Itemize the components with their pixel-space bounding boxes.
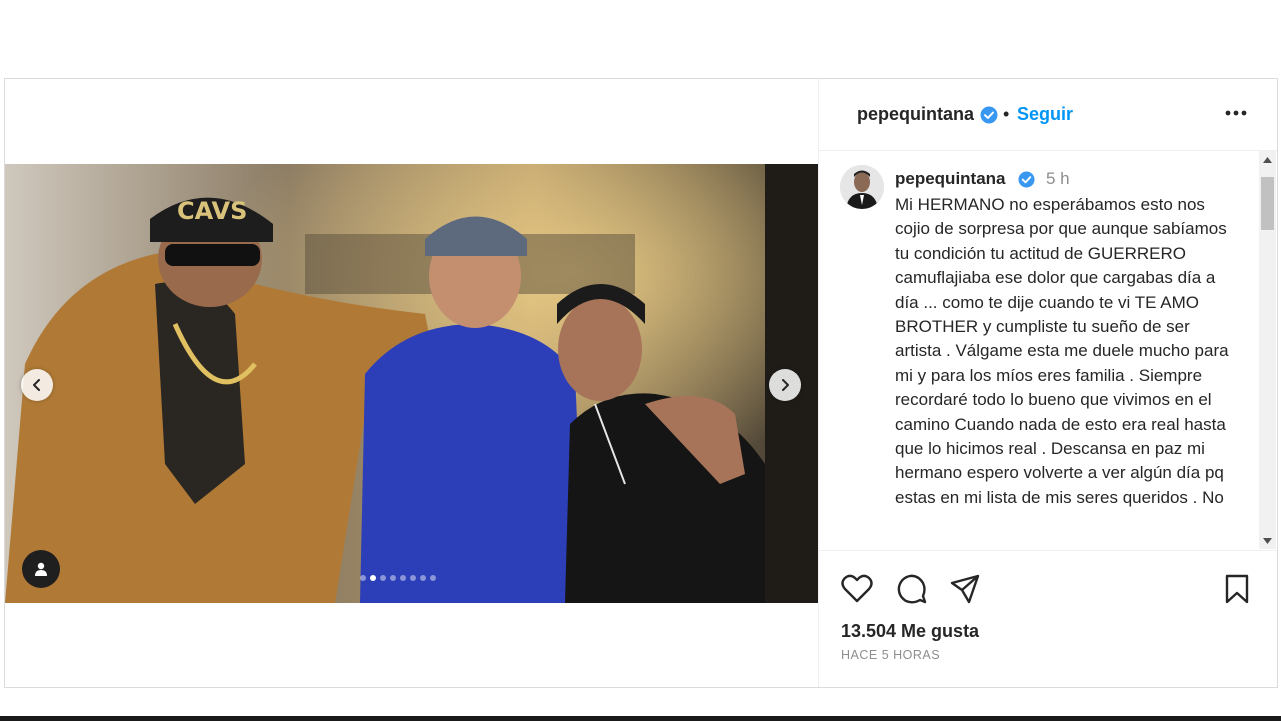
post-media: CAVS bbox=[5, 79, 818, 687]
comment-icon bbox=[897, 574, 927, 604]
screen-bottom-border bbox=[0, 716, 1281, 721]
caption-timestamp[interactable]: 5 h bbox=[1046, 169, 1070, 189]
scroll-down-icon bbox=[1263, 537, 1272, 544]
photo-image: CAVS bbox=[5, 164, 818, 603]
more-options-button[interactable] bbox=[1222, 103, 1250, 123]
author-username[interactable]: pepequintana bbox=[857, 104, 974, 125]
post-header: pepequintana • Seguir bbox=[819, 79, 1277, 151]
carousel-dot bbox=[400, 575, 406, 581]
post-actions: 13.504 Me gusta HACE 5 HORAS bbox=[819, 551, 1277, 687]
previous-photo-button[interactable] bbox=[21, 369, 53, 401]
carousel-indicator bbox=[360, 575, 436, 581]
carousel-dot bbox=[380, 575, 386, 581]
svg-text:CAVS: CAVS bbox=[177, 197, 247, 225]
caption-text: Mi HERMANO no esperábamos esto nos cojio… bbox=[895, 195, 1229, 507]
caption-username[interactable]: pepequintana bbox=[895, 169, 1006, 189]
avatar[interactable] bbox=[840, 165, 884, 209]
carousel-dot bbox=[360, 575, 366, 581]
user-tag-icon bbox=[35, 562, 47, 576]
bookmark-icon bbox=[1225, 574, 1249, 604]
scroll-up-icon bbox=[1263, 156, 1272, 163]
chevron-left-icon bbox=[33, 379, 40, 391]
caption-scrollbar[interactable] bbox=[1259, 151, 1276, 549]
instagram-post: CAVS pepequintana • Seguir pepequintana … bbox=[4, 78, 1278, 688]
verified-badge-icon bbox=[1018, 171, 1035, 193]
carousel-dot bbox=[410, 575, 416, 581]
carousel-dot bbox=[370, 575, 376, 581]
carousel-dot bbox=[430, 575, 436, 581]
tagged-users-button[interactable] bbox=[22, 550, 60, 588]
verified-badge-icon bbox=[980, 106, 998, 129]
caption-area: pepequintana 5 h Mi HERMANO no esperábam… bbox=[819, 151, 1277, 551]
chevron-right-icon bbox=[782, 379, 789, 391]
share-button[interactable] bbox=[947, 571, 983, 607]
post-sidebar: pepequintana • Seguir pepequintana 5 h M… bbox=[818, 79, 1277, 687]
like-button[interactable] bbox=[839, 571, 875, 607]
carousel-dot bbox=[420, 575, 426, 581]
likes-count[interactable]: 13.504 Me gusta bbox=[841, 621, 979, 642]
heart-icon bbox=[841, 574, 873, 603]
scroll-down-arrow[interactable] bbox=[1259, 532, 1276, 549]
separator-dot: • bbox=[1003, 104, 1010, 124]
post-photo: CAVS bbox=[5, 164, 818, 603]
scroll-thumb[interactable] bbox=[1261, 177, 1274, 230]
scroll-up-arrow[interactable] bbox=[1259, 151, 1276, 168]
comment-button[interactable] bbox=[894, 571, 930, 607]
paper-plane-icon bbox=[950, 574, 980, 604]
follow-button[interactable]: Seguir bbox=[1017, 104, 1073, 125]
more-options-icon bbox=[1225, 110, 1247, 116]
next-photo-button[interactable] bbox=[769, 369, 801, 401]
post-time-ago[interactable]: HACE 5 HORAS bbox=[841, 648, 940, 662]
carousel-dot bbox=[390, 575, 396, 581]
save-button[interactable] bbox=[1219, 571, 1255, 607]
